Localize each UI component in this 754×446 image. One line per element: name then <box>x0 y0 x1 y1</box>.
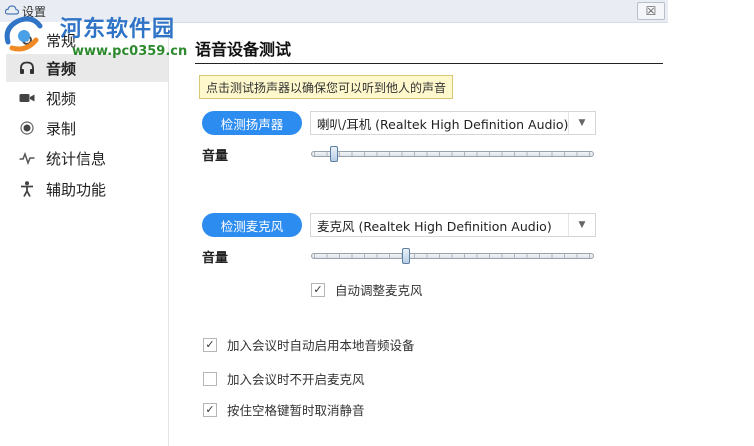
cloud-icon <box>5 5 19 15</box>
option-checkbox[interactable] <box>203 371 217 386</box>
option-auto-enable-audio[interactable]: ✓ 加入会议时自动启用本地音频设备 <box>203 335 415 354</box>
microphone-volume-slider[interactable] <box>311 248 594 264</box>
page-title: 语音设备测试 <box>195 40 292 59</box>
sidebar-item-label: 视频 <box>46 89 77 108</box>
sidebar-item-record[interactable]: 录制 <box>6 114 168 142</box>
slider-thumb[interactable] <box>330 146 339 162</box>
option-label: 按住空格键暂时取消静音 <box>227 403 365 418</box>
microphone-volume-label: 音量 <box>202 251 229 266</box>
pulse-icon <box>16 151 38 165</box>
auto-adjust-label: 自动调整麦克风 <box>335 283 423 298</box>
speaker-volume-slider[interactable] <box>311 146 594 162</box>
option-checkbox[interactable]: ✓ <box>203 402 217 417</box>
sidebar-item-label: 常规 <box>46 31 77 50</box>
background-area <box>668 0 754 446</box>
window-title: 设置 <box>22 5 47 19</box>
video-camera-icon <box>16 92 38 104</box>
chevron-down-icon: ▼ <box>568 112 595 134</box>
sidebar-item-label: 录制 <box>46 119 77 138</box>
auto-adjust-checkbox[interactable]: ✓ <box>311 282 325 297</box>
close-icon: ☒ <box>645 4 657 18</box>
audio-settings-panel: 语音设备测试 点击测试扬声器以确保您可以听到他人的声音 检测扬声器 喇叭/耳机 … <box>169 22 668 446</box>
auto-adjust-microphone-option[interactable]: ✓ 自动调整麦克风 <box>311 280 423 299</box>
option-label: 加入会议时不开启麦克风 <box>227 372 365 387</box>
speaker-device-select[interactable]: 喇叭/耳机 (Realtek High Definition Audio) ▼ <box>310 111 596 135</box>
sidebar-item-label: 辅助功能 <box>46 180 107 199</box>
speaker-device-value: 喇叭/耳机 (Realtek High Definition Audio) <box>317 116 568 132</box>
option-mute-mic-on-join[interactable]: 加入会议时不开启麦克风 <box>203 369 365 388</box>
sidebar-item-statistics[interactable]: 统计信息 <box>6 144 168 172</box>
title-bar: 设置 ☒ <box>0 0 668 23</box>
sidebar-item-label: 音频 <box>46 59 77 78</box>
slider-thumb[interactable] <box>401 248 410 264</box>
slider-ticks <box>314 254 591 258</box>
close-button[interactable]: ☒ <box>637 2 665 20</box>
option-checkbox[interactable]: ✓ <box>203 337 217 352</box>
sidebar-item-video[interactable]: 视频 <box>6 84 168 112</box>
record-icon <box>16 121 38 135</box>
headphone-icon <box>16 61 38 75</box>
slider-ticks <box>314 152 591 156</box>
accessibility-icon <box>16 181 38 197</box>
gear-icon <box>16 33 38 47</box>
sidebar: 常规 音频 视频 录制 统计信息 辅助功能 <box>0 22 169 446</box>
sidebar-item-general[interactable]: 常规 <box>6 26 168 54</box>
test-speaker-button[interactable]: 检测扬声器 <box>202 111 302 135</box>
option-label: 加入会议时自动启用本地音频设备 <box>227 338 415 353</box>
option-space-to-unmute[interactable]: ✓ 按住空格键暂时取消静音 <box>203 400 365 419</box>
microphone-device-value: 麦克风 (Realtek High Definition Audio) <box>317 218 552 234</box>
sidebar-item-accessibility[interactable]: 辅助功能 <box>6 175 168 203</box>
title-divider <box>195 63 663 64</box>
speaker-volume-label: 音量 <box>202 149 229 164</box>
test-microphone-button[interactable]: 检测麦克风 <box>202 213 302 237</box>
sidebar-item-label: 统计信息 <box>46 149 107 168</box>
microphone-device-select[interactable]: 麦克风 (Realtek High Definition Audio) ▼ <box>310 213 596 237</box>
speaker-test-tooltip: 点击测试扬声器以确保您可以听到他人的声音 <box>199 75 454 99</box>
chevron-down-icon: ▼ <box>568 214 595 236</box>
sidebar-item-audio[interactable]: 音频 <box>6 54 168 82</box>
